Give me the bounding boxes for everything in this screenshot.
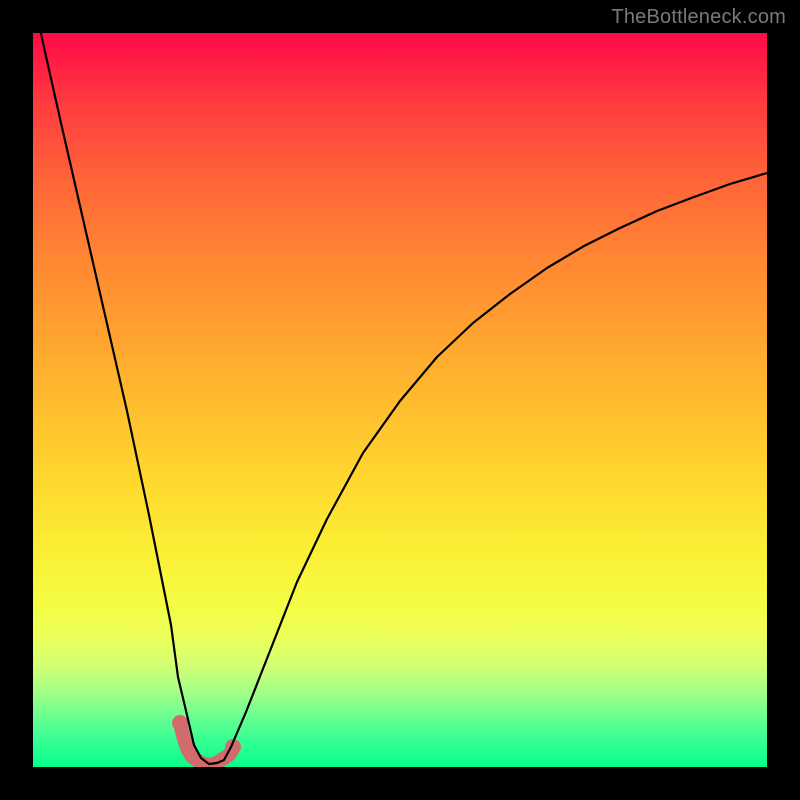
bottleneck-curve-left-branch xyxy=(39,33,209,764)
curves-svg xyxy=(33,33,767,767)
optimal-marker-dot-left xyxy=(172,715,188,731)
watermark-text: TheBottleneck.com xyxy=(611,6,786,29)
bottleneck-curve-right-branch xyxy=(209,173,767,764)
plot-area xyxy=(33,33,767,767)
chart-frame: TheBottleneck.com xyxy=(0,0,800,800)
